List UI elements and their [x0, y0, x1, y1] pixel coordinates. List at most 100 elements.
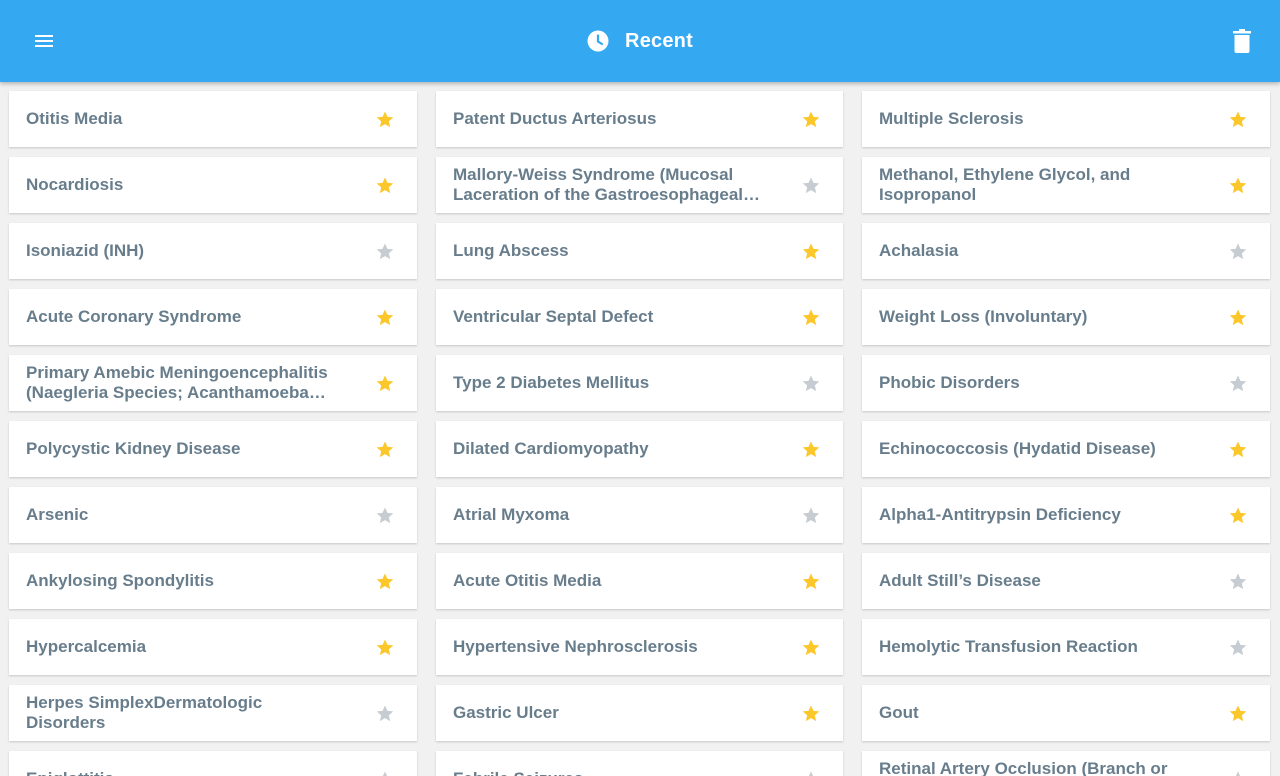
favorite-toggle-off[interactable] [800, 769, 822, 776]
favorite-toggle-on[interactable] [800, 439, 822, 461]
list-item[interactable]: Phobic Disorders [862, 355, 1270, 411]
favorite-toggle-off[interactable] [1227, 769, 1249, 776]
list-item[interactable]: Echinococcosis (Hydatid Disease) [862, 421, 1270, 477]
star-icon [1229, 639, 1247, 656]
list-item[interactable]: Isoniazid (INH) [9, 223, 417, 279]
list-item[interactable]: Primary Amebic Meningoencephalitis (Naeg… [9, 355, 417, 411]
list-item-label: Arsenic [26, 505, 89, 524]
list-item[interactable]: Polycystic Kidney Disease [9, 421, 417, 477]
favorite-toggle-off[interactable] [374, 703, 396, 725]
star-icon [802, 573, 820, 590]
star-icon [1229, 177, 1247, 194]
favorite-toggle-on[interactable] [800, 571, 822, 593]
star-icon [1229, 111, 1247, 128]
list-item[interactable]: Hypercalcemia [9, 619, 417, 675]
star-icon [376, 507, 394, 524]
star-icon [1229, 507, 1247, 524]
favorite-toggle-on[interactable] [800, 703, 822, 725]
list-item[interactable]: Arsenic [9, 487, 417, 543]
favorite-toggle-on[interactable] [374, 175, 396, 197]
list-item-label: Primary Amebic Meningoencephalitis (Naeg… [26, 363, 328, 402]
favorite-toggle-off[interactable] [800, 505, 822, 527]
list-item[interactable]: Acute Otitis Media [436, 553, 843, 609]
list-item[interactable]: Ankylosing Spondylitis [9, 553, 417, 609]
favorite-toggle-off[interactable] [1227, 637, 1249, 659]
page-title: Recent [625, 29, 693, 52]
favorite-toggle-on[interactable] [1227, 175, 1249, 197]
list-item[interactable]: Epiglottitis [9, 751, 417, 776]
list-item[interactable]: Patent Ductus Arteriosus [436, 91, 843, 147]
favorite-toggle-on[interactable] [374, 109, 396, 131]
list-item[interactable]: Lung Abscess [436, 223, 843, 279]
list-item-label: Gout [879, 703, 919, 722]
list-item[interactable]: Mallory-Weiss Syndrome (Mucosal Lacerati… [436, 157, 843, 213]
list-item[interactable]: Type 2 Diabetes Mellitus [436, 355, 843, 411]
favorite-toggle-on[interactable] [800, 109, 822, 131]
favorite-toggle-off[interactable] [374, 769, 396, 776]
list-item[interactable]: Herpes SimplexDermatologic Disorders [9, 685, 417, 741]
list-item[interactable]: Acute Coronary Syndrome [9, 289, 417, 345]
list-item[interactable]: Achalasia [862, 223, 1270, 279]
favorite-toggle-on[interactable] [800, 241, 822, 263]
favorite-toggle-off[interactable] [374, 241, 396, 263]
favorite-toggle-on[interactable] [1227, 439, 1249, 461]
list-item[interactable]: Weight Loss (Involuntary) [862, 289, 1270, 345]
star-icon [376, 639, 394, 656]
favorite-toggle-off[interactable] [800, 373, 822, 395]
favorite-toggle-on[interactable] [374, 571, 396, 593]
star-icon [1229, 309, 1247, 326]
list-item-label: Methanol, Ethylene Glycol, and Isopropan… [879, 165, 1131, 204]
favorite-toggle-on[interactable] [374, 373, 396, 395]
list-item[interactable]: Nocardiosis [9, 157, 417, 213]
list-item[interactable]: Gout [862, 685, 1270, 741]
app-bar-title-group: Recent [0, 0, 1280, 82]
recent-list[interactable]: Otitis Media Patent Ductus Arteriosus Mu… [0, 82, 1280, 776]
list-item[interactable]: Hypertensive Nephrosclerosis [436, 619, 843, 675]
star-icon [1229, 705, 1247, 722]
star-icon [802, 309, 820, 326]
list-item-label: Ankylosing Spondylitis [26, 571, 214, 590]
favorite-toggle-off[interactable] [1227, 241, 1249, 263]
list-item-label: Polycystic Kidney Disease [26, 439, 241, 458]
star-icon [802, 243, 820, 260]
list-item-label: Epiglottitis [9, 769, 338, 776]
list-item-label: Acute Otitis Media [453, 571, 602, 590]
list-item[interactable]: Multiple Sclerosis [862, 91, 1270, 147]
favorite-toggle-on[interactable] [1227, 703, 1249, 725]
list-item-label: Weight Loss (Involuntary) [879, 307, 1088, 326]
favorite-toggle-on[interactable] [800, 307, 822, 329]
favorite-toggle-off[interactable] [374, 505, 396, 527]
star-icon [808, 771, 814, 776]
menu-button[interactable] [24, 21, 64, 61]
list-item[interactable]: Methanol, Ethylene Glycol, and Isopropan… [862, 157, 1270, 213]
star-icon [376, 243, 394, 260]
list-item-label: Nocardiosis [26, 175, 124, 194]
list-item[interactable]: Atrial Myxoma [436, 487, 843, 543]
favorite-toggle-on[interactable] [1227, 307, 1249, 329]
favorite-toggle-on[interactable] [800, 637, 822, 659]
list-item-label: Alpha1-Antitrypsin Deficiency [879, 505, 1121, 524]
list-item[interactable]: Febrile Seizures [436, 751, 843, 776]
list-item[interactable]: Ventricular Septal Defect [436, 289, 843, 345]
favorite-toggle-on[interactable] [1227, 505, 1249, 527]
list-item-label: Acute Coronary Syndrome [26, 307, 242, 326]
favorite-toggle-on[interactable] [374, 637, 396, 659]
list-item[interactable]: Retinal Artery Occlusion (Branch or Cent… [862, 751, 1270, 776]
list-item-label: Echinococcosis (Hydatid Disease) [879, 439, 1156, 458]
list-item[interactable]: Alpha1-Antitrypsin Deficiency [862, 487, 1270, 543]
list-item[interactable]: Hemolytic Transfusion Reaction [862, 619, 1270, 675]
favorite-toggle-on[interactable] [1227, 109, 1249, 131]
list-item-label: Herpes SimplexDermatologic Disorders [26, 693, 263, 732]
list-item[interactable]: Otitis Media [9, 91, 417, 147]
menu-icon [35, 35, 53, 47]
list-item[interactable]: Gastric Ulcer [436, 685, 843, 741]
favorite-toggle-off[interactable] [800, 175, 822, 197]
favorite-toggle-off[interactable] [1227, 571, 1249, 593]
favorite-toggle-on[interactable] [374, 307, 396, 329]
favorite-toggle-on[interactable] [374, 439, 396, 461]
list-item[interactable]: Adult Still’s Disease [862, 553, 1270, 609]
favorite-toggle-off[interactable] [1227, 373, 1249, 395]
star-icon [802, 705, 820, 722]
list-item[interactable]: Dilated Cardiomyopathy [436, 421, 843, 477]
clear-recent-button[interactable] [1222, 21, 1262, 61]
